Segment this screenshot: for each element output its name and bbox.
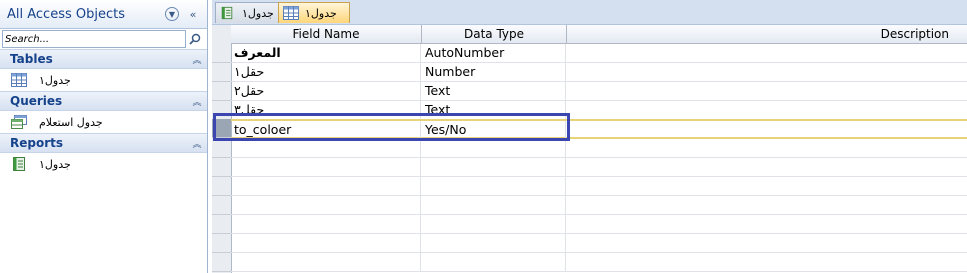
row-selector[interactable]	[212, 177, 231, 196]
tab-report[interactable]: جدول١	[215, 2, 281, 23]
empty-row	[231, 139, 967, 158]
group-header-queries[interactable]: Queries ︽	[0, 91, 207, 111]
description-cell[interactable]	[567, 63, 967, 81]
data-type-cell[interactable]	[422, 234, 566, 252]
nav-item-label: جدول١	[39, 73, 71, 87]
shutter-bar-close-icon[interactable]: «	[185, 6, 201, 22]
data-type-cell[interactable]	[422, 177, 566, 195]
empty-row	[231, 158, 967, 177]
row-selector[interactable]	[212, 158, 231, 177]
data-type-cell[interactable]: Text	[422, 82, 566, 100]
row-selector[interactable]	[212, 234, 231, 253]
empty-row	[231, 215, 967, 234]
column-header-field-name[interactable]: Field Name	[231, 25, 422, 43]
empty-row	[231, 177, 967, 196]
field-name-cell[interactable]	[231, 253, 421, 271]
search-row	[0, 29, 207, 49]
navigation-pane: All Access Objects ▼ « Tables ︽ جدول١ Qu…	[0, 0, 208, 273]
collapse-chevron-icon[interactable]: ︽	[187, 53, 207, 66]
field-name-cell[interactable]: المعرف	[231, 44, 421, 62]
data-type-cell[interactable]	[422, 196, 566, 214]
document-tab-bar: جدول١ جدول١	[212, 0, 967, 25]
group-title: Tables	[10, 52, 53, 66]
report-icon	[220, 6, 236, 20]
data-type-cell[interactable]: Number	[422, 63, 566, 81]
table-row: حقل٢ Text	[231, 82, 967, 101]
row-selector[interactable]	[212, 44, 231, 63]
table-row: حقل١ Number	[231, 63, 967, 82]
row-selector[interactable]	[212, 82, 231, 101]
highlight-annotation-box	[213, 113, 570, 141]
collapse-chevron-icon[interactable]: ︽	[187, 137, 207, 150]
group-header-reports[interactable]: Reports ︽	[0, 133, 207, 153]
nav-item-label: جدول استعلام	[39, 115, 103, 129]
report-icon	[11, 157, 27, 171]
nav-item-query[interactable]: جدول استعلام	[0, 111, 207, 133]
data-type-cell[interactable]	[422, 253, 566, 271]
empty-row	[231, 253, 967, 272]
group-title: Queries	[10, 94, 63, 108]
description-cell[interactable]	[567, 44, 967, 62]
nav-item-label: جدول١	[39, 157, 71, 171]
data-type-cell[interactable]	[422, 215, 566, 233]
nav-header: All Access Objects ▼ «	[0, 0, 207, 29]
nav-item-table[interactable]: جدول١	[0, 69, 207, 91]
data-type-cell[interactable]: AutoNumber	[422, 44, 566, 62]
empty-row	[231, 234, 967, 253]
grid-header-row: Field Name Data Type Description	[231, 25, 967, 44]
description-cell[interactable]	[567, 101, 967, 119]
data-type-cell[interactable]	[422, 158, 566, 176]
field-name-cell[interactable]	[231, 234, 421, 252]
query-icon	[11, 115, 27, 129]
nav-menu-chevron-icon[interactable]: ▼	[165, 7, 179, 21]
row-selector[interactable]	[212, 215, 231, 234]
field-name-cell[interactable]	[231, 196, 421, 214]
nav-title[interactable]: All Access Objects	[0, 7, 165, 22]
field-name-cell[interactable]	[231, 139, 421, 157]
field-name-cell[interactable]: حقل١	[231, 63, 421, 81]
field-name-cell[interactable]: حقل٢	[231, 82, 421, 100]
field-name-cell[interactable]	[231, 177, 421, 195]
field-name-cell[interactable]	[231, 215, 421, 233]
tab-label: جدول١	[305, 6, 337, 20]
table-design-grid: Field Name Data Type Description المعرف …	[212, 25, 967, 273]
collapse-chevron-icon[interactable]: ︽	[187, 95, 207, 108]
search-box	[2, 30, 186, 48]
column-header-description[interactable]: Description	[567, 25, 967, 43]
row-selector[interactable]	[212, 253, 231, 272]
nav-item-report[interactable]: جدول١	[0, 153, 207, 175]
empty-row	[231, 196, 967, 215]
row-selector[interactable]	[212, 139, 231, 158]
group-title: Reports	[10, 136, 64, 150]
row-selector[interactable]	[212, 63, 231, 82]
table-row: المعرف AutoNumber	[231, 44, 967, 63]
row-selector[interactable]	[212, 196, 231, 215]
tab-table-design[interactable]: جدول١	[278, 2, 350, 23]
column-header-data-type[interactable]: Data Type	[422, 25, 567, 43]
tab-label: جدول١	[242, 6, 274, 20]
field-name-cell[interactable]	[231, 158, 421, 176]
table-icon	[11, 73, 27, 87]
description-cell[interactable]	[567, 82, 967, 100]
group-header-tables[interactable]: Tables ︽	[0, 49, 207, 69]
data-type-cell[interactable]	[422, 139, 566, 157]
search-input[interactable]	[3, 33, 185, 45]
description-cell[interactable]	[567, 121, 967, 139]
table-icon	[283, 6, 299, 20]
search-icon[interactable]	[186, 31, 204, 47]
